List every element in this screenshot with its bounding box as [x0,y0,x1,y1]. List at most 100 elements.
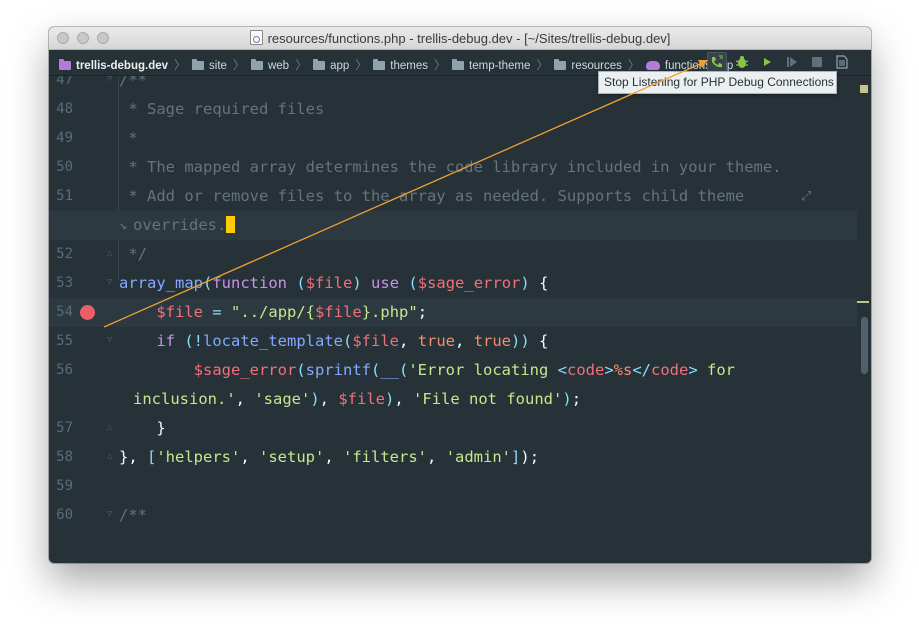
chevron-right-icon: 〉 [295,58,308,72]
code-text: }, ['helpers', 'setup', 'filters', 'admi… [119,448,540,466]
code-text: } [119,419,166,437]
breadcrumb-temp-theme[interactable]: temp-theme [452,59,531,72]
code-text: if (!locate_template($file, true, true))… [156,332,549,350]
run-button[interactable] [757,52,777,72]
code-editor[interactable]: 47 ▽ /** 48 * Sage required files 49 * 5… [49,76,871,563]
breadcrumb-label: themes [390,60,429,72]
code-text: overrides. [133,211,236,240]
inspection-status-icon[interactable] [860,85,868,93]
chevron-right-icon: 〉 [174,58,187,72]
code-line: 58 △ }, ['helpers', 'setup', 'filters', … [49,443,871,472]
code-text: inclusion.', 'sage'), $file), 'File not … [133,390,582,408]
folder-icon [313,59,326,70]
breadcrumb-label: web [267,60,290,72]
code-line: 49 * [49,124,871,153]
breadcrumb-web[interactable]: web [250,59,290,72]
line-number: 50 [56,159,73,175]
file-icon [836,55,848,69]
breakpoint-icon[interactable] [80,305,95,320]
code-line: 50 * The mapped array determines the cod… [49,153,871,182]
folder-icon [373,59,386,70]
code-line: 52 △ */ [49,240,871,269]
debug-bug-icon [735,56,749,68]
line-number: 58 [56,449,73,465]
line-number: 48 [56,101,73,117]
code-line: 59 [49,472,871,501]
code-text: /** [119,506,147,524]
code-text: */ [119,245,147,263]
project-folder-icon [59,59,71,70]
breadcrumb-site[interactable]: site [192,59,227,72]
line-number: 49 [56,130,73,146]
step-button[interactable] [782,52,802,72]
code-line-wrapped: ↘ overrides. [49,211,871,240]
fold-icon[interactable]: ▽ [107,510,116,519]
line-number: 52 [56,246,73,262]
code-text: * The mapped array determines the code l… [119,158,782,176]
line-number: 47 [56,76,73,88]
run-icon [764,58,771,66]
fold-icon[interactable]: ▽ [107,76,116,84]
breadcrumb-label: temp-theme [469,60,531,72]
fold-icon[interactable]: ▽ [107,336,116,345]
code-line: 60 ▽ /** [49,501,871,530]
chevron-right-icon: 〉 [355,58,368,72]
stop-icon [812,57,822,67]
code-line: 57 △ } [49,414,871,443]
run-toolbar [707,52,857,72]
breadcrumb-label: site [209,60,227,72]
soft-wrap-icon: ↘ [119,218,127,233]
fold-end-icon[interactable]: △ [107,423,116,432]
window-title: resources/functions.php - trellis-debug.… [49,30,871,46]
line-number: 59 [56,478,73,494]
breadcrumb-label: app [330,60,350,72]
code-text: * Sage required files [119,100,325,118]
toolbar-tooltip: Stop Listening for PHP Debug Connections [598,71,837,94]
fold-end-icon[interactable]: △ [107,249,116,258]
code-text: * [119,129,138,147]
chevron-right-icon: 〉 [434,58,447,72]
listen-debug-connections-button[interactable] [707,52,727,72]
line-number: 53 [56,275,73,291]
code-text: array_map(function ($file) use ($sage_er… [119,274,549,292]
text-cursor [226,216,236,233]
line-number: 60 [56,507,73,523]
breadcrumb-project[interactable]: trellis-debug.dev [59,59,168,72]
line-number: 55 [56,333,73,349]
code-line-wrapped: inclusion.', 'sage'), $file), 'File not … [49,385,871,414]
fold-end-icon[interactable]: △ [107,452,116,461]
code-text: * Add or remove files to the array as ne… [119,187,745,205]
error-stripe-marker[interactable] [857,301,869,303]
code-text: $file = "../app/{$file}.php"; [156,303,428,321]
folder-icon [192,59,205,70]
code-line: 51 * Add or remove files to the array as… [49,182,871,211]
step-icon [787,57,797,67]
ide-window: resources/functions.php - trellis-debug.… [49,27,871,563]
fold-icon[interactable]: ▽ [107,278,116,287]
debug-button[interactable] [732,52,752,72]
folder-icon [250,59,263,70]
stop-button[interactable] [807,52,827,72]
code-line-current: 54 $file = "../app/{$file}.php"; [49,298,871,327]
scrollbar-thumb[interactable] [861,317,868,374]
code-line: 53 ▽ array_map(function ($file) use ($sa… [49,269,871,298]
code-line: 55 ▽ if (!locate_template($file, true, t… [49,327,871,356]
php-file-icon [249,30,263,45]
breadcrumb-app[interactable]: app [313,59,350,72]
php-file-icon [645,61,660,70]
window-title-text: resources/functions.php - trellis-debug.… [267,31,671,46]
chevron-right-icon: 〉 [536,58,549,72]
phone-listen-icon [712,55,723,68]
line-number: 57 [56,420,73,436]
code-line: 48 * Sage required files [49,95,871,124]
breadcrumb-themes[interactable]: themes [373,59,429,72]
code-text: $sage_error(sprintf(__('Error locating <… [193,361,736,379]
code-text: /** [119,76,147,89]
line-number: 51 [56,188,73,204]
code-line: 56 $sage_error(sprintf(__('Error locatin… [49,356,871,385]
folder-icon [452,59,465,70]
file-structure-button[interactable] [832,52,852,72]
soft-wrap-icon: ⤢ [801,189,812,204]
line-number: 54 [56,304,73,320]
chevron-right-icon: 〉 [232,58,245,72]
